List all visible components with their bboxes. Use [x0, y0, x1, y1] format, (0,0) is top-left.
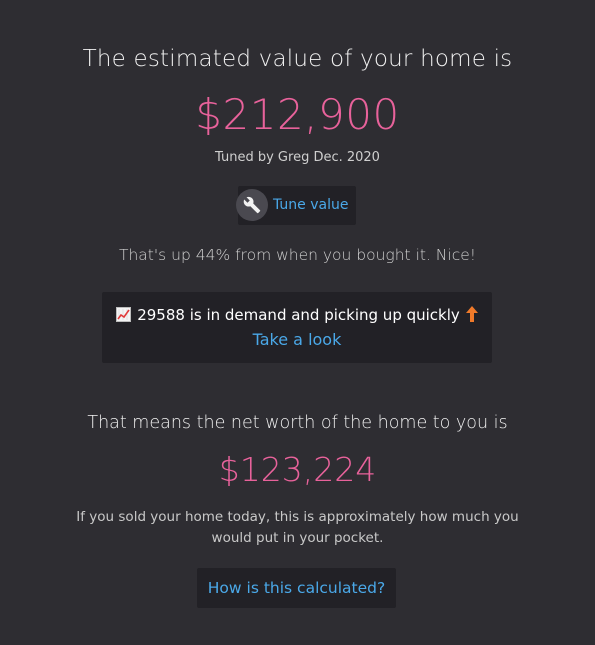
tune-value-button[interactable]: Tune value [236, 186, 356, 225]
net-worth-title: That means the net worth of the home to … [87, 413, 508, 433]
tuned-by-text: Tuned by Greg Dec. 2020 [215, 150, 380, 165]
net-worth-value: $123,224 [218, 450, 377, 489]
estimated-value: $212,900 [195, 90, 400, 139]
net-worth-explanation: If you sold your home today, this is app… [76, 509, 519, 546]
page-title: The estimated value of your home is [82, 46, 513, 72]
take-a-look-link[interactable]: Take a look [102, 330, 492, 349]
appreciation-text: That's up 44% from when you bought it. N… [119, 246, 476, 264]
demand-callout: 29588 is in demand and picking up quickl… [102, 292, 492, 363]
arrow-up-icon [465, 306, 478, 326]
home-value-page: The estimated value of your home is $212… [0, 0, 595, 645]
demand-line: 29588 is in demand and picking up quickl… [102, 306, 492, 326]
chart-increasing-icon [116, 307, 132, 322]
wrench-icon [236, 189, 268, 221]
demand-text: 29588 is in demand and picking up quickl… [137, 306, 460, 324]
tune-value-label: Tune value [273, 197, 349, 213]
how-calculated-button[interactable]: How is this calculated? [197, 568, 396, 608]
